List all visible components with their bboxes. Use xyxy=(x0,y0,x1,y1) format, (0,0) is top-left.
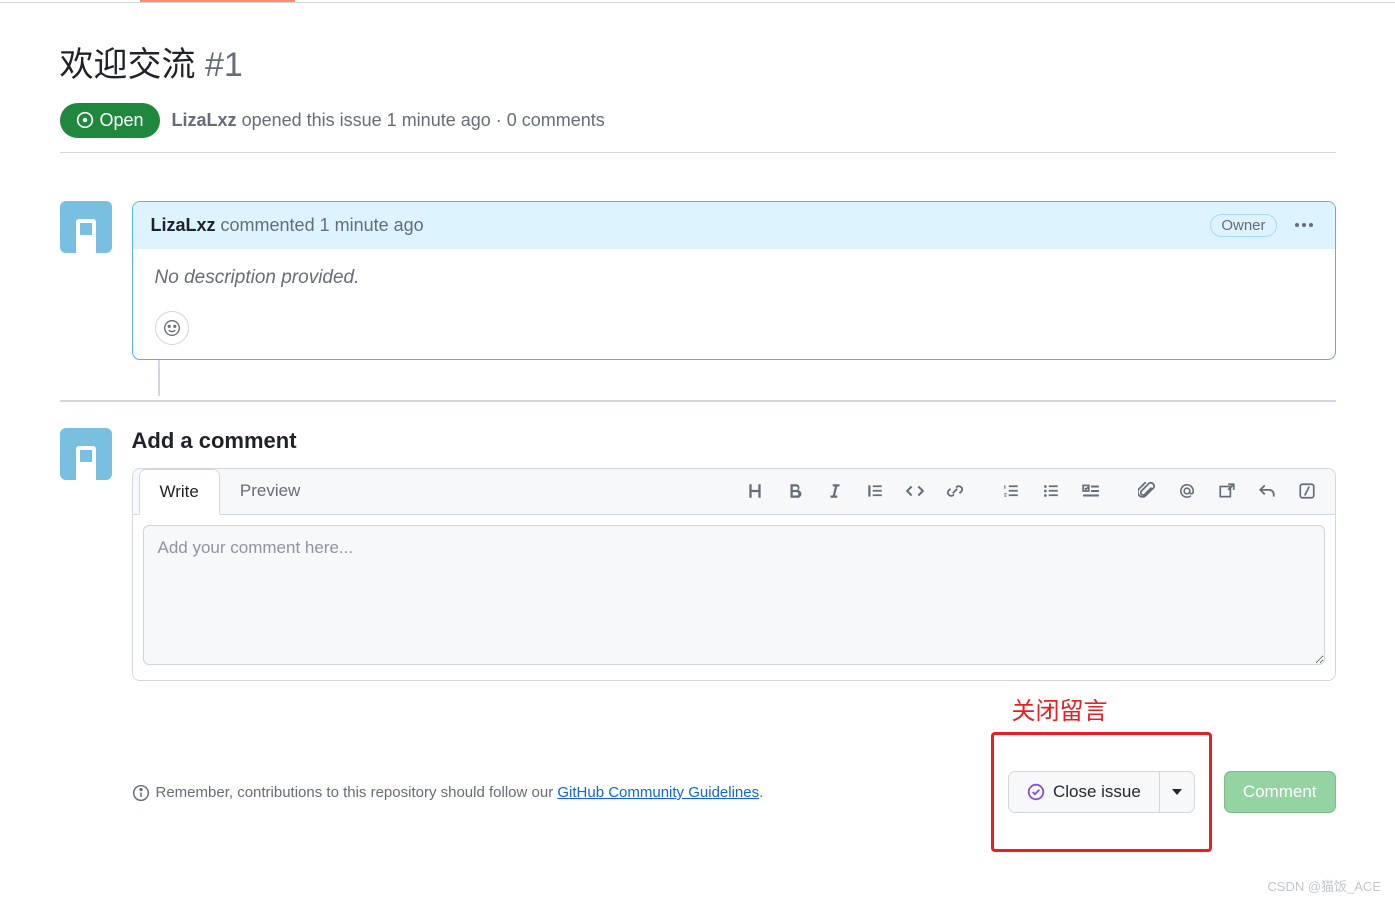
caret-down-icon xyxy=(1172,789,1182,795)
slash-icon[interactable] xyxy=(1289,473,1325,509)
close-issue-button[interactable]: Close issue xyxy=(1008,771,1160,813)
watermark: CSDN @猫饭_ACE xyxy=(1267,876,1381,895)
kebab-menu-icon[interactable] xyxy=(1291,219,1317,231)
code-icon[interactable] xyxy=(897,473,933,509)
cross-reference-icon[interactable] xyxy=(1209,473,1245,509)
state-badge: Open xyxy=(60,103,160,138)
markdown-toolbar xyxy=(737,473,1335,509)
heading-icon[interactable] xyxy=(737,473,773,509)
comment-editor: Write Preview xyxy=(132,468,1336,681)
add-reaction-button[interactable] xyxy=(155,311,189,345)
unordered-list-icon[interactable] xyxy=(1033,473,1069,509)
comment-box: LizaLxz commented 1 minute ago Owner No … xyxy=(132,201,1336,360)
comment-input[interactable] xyxy=(143,525,1325,665)
avatar[interactable] xyxy=(60,428,112,480)
guidelines-link[interactable]: GitHub Community Guidelines xyxy=(557,784,759,801)
info-icon xyxy=(132,784,150,802)
owner-badge: Owner xyxy=(1210,214,1276,237)
state-label: Open xyxy=(100,110,144,131)
issue-closed-icon xyxy=(1027,783,1045,801)
add-comment-heading: Add a comment xyxy=(132,428,1336,454)
attach-icon[interactable] xyxy=(1129,473,1165,509)
bold-icon[interactable] xyxy=(777,473,813,509)
issue-title: 欢迎交流 #1 xyxy=(60,44,1336,87)
comment-timestamp: commented 1 minute ago xyxy=(221,215,424,235)
link-icon[interactable] xyxy=(937,473,973,509)
annotation-label: 关闭留言 xyxy=(1012,691,1336,726)
issue-author[interactable]: LizaLxz xyxy=(172,110,237,130)
annotation-box: Close issue xyxy=(991,732,1212,852)
timeline-connector xyxy=(158,360,160,396)
tab-write[interactable]: Write xyxy=(139,469,220,515)
tasklist-icon[interactable] xyxy=(1073,473,1109,509)
comment-author[interactable]: LizaLxz xyxy=(151,215,216,235)
italic-icon[interactable] xyxy=(817,473,853,509)
issue-open-icon xyxy=(76,111,94,129)
quote-icon[interactable] xyxy=(857,473,893,509)
reply-icon[interactable] xyxy=(1249,473,1285,509)
mention-icon[interactable] xyxy=(1169,473,1205,509)
footer-note: Remember, contributions to this reposito… xyxy=(132,732,764,802)
tab-preview[interactable]: Preview xyxy=(220,469,320,513)
issue-number: #1 xyxy=(205,46,243,84)
smiley-icon xyxy=(163,319,181,337)
issue-header: 欢迎交流 #1 Open LizaLxz opened this issue 1… xyxy=(60,2,1336,153)
issue-opened-text: opened this issue 1 minute ago · 0 comme… xyxy=(242,110,605,130)
ordered-list-icon[interactable] xyxy=(993,473,1029,509)
avatar[interactable] xyxy=(60,201,112,253)
comment-button[interactable]: Comment xyxy=(1224,771,1336,813)
comment-body-text: No description provided. xyxy=(155,267,1313,289)
close-dropdown-button[interactable] xyxy=(1160,771,1195,813)
issue-title-text: 欢迎交流 xyxy=(60,46,196,84)
